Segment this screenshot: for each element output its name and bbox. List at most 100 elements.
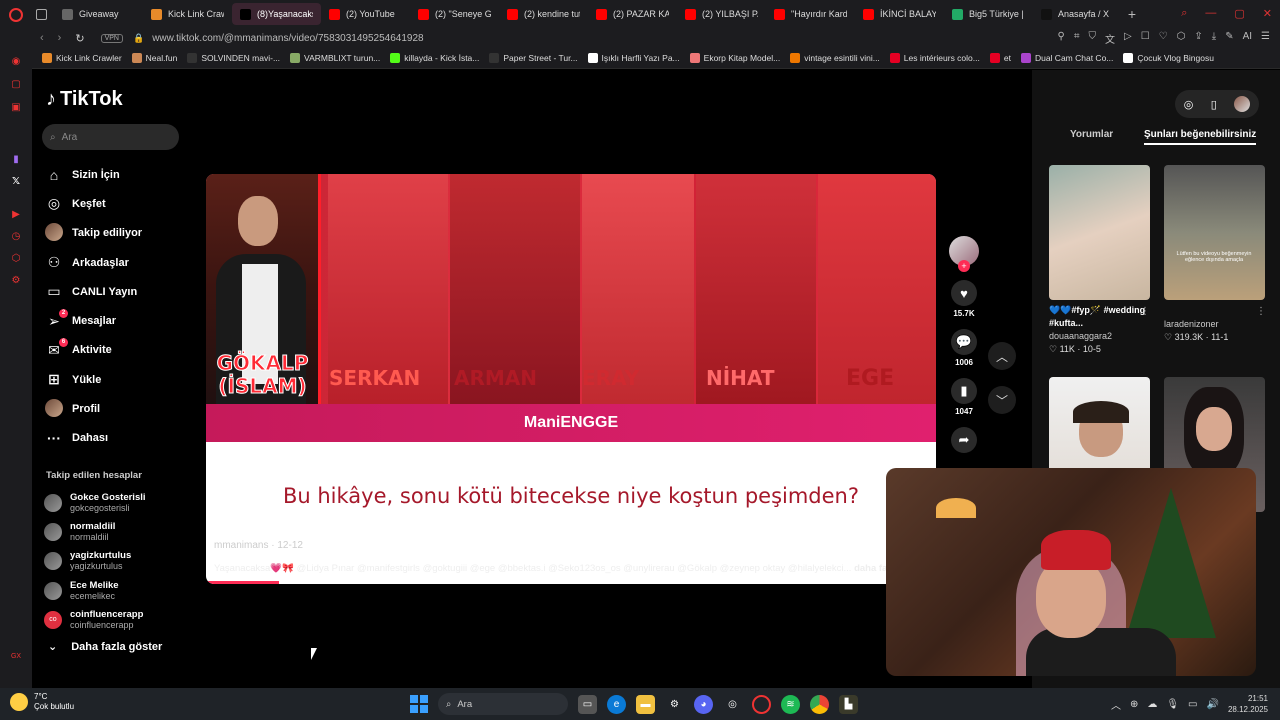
settings-app-icon[interactable]: ⚙ <box>665 695 684 714</box>
browser-tab[interactable]: Big5 Türkiye | H <box>944 3 1033 25</box>
browser-tab[interactable]: Anasayfa / X <box>1033 3 1122 25</box>
search-tabs-icon[interactable]: ⌕ <box>1181 7 1187 20</box>
obs-icon[interactable]: ◎ <box>723 695 742 714</box>
nav-item[interactable]: ▭ CANLI Yayın <box>44 277 142 306</box>
menu-icon[interactable]: ☰ <box>1261 31 1270 46</box>
share-action[interactable]: ➦ <box>946 427 982 453</box>
bookmark-item[interactable]: et <box>989 53 1011 63</box>
suggestion-thumb[interactable]: Lütfen bu videoyu beğenmeyin eğlence dış… <box>1164 165 1265 300</box>
tray-cloud-icon[interactable]: ☁ <box>1147 699 1157 710</box>
nav-item[interactable]: ⚇ Arkadaşlar <box>44 248 142 277</box>
shield-icon[interactable]: ⛉ <box>1089 31 1097 46</box>
bookmark-item[interactable]: Çocuk Vlog Bingosu <box>1123 53 1214 63</box>
tab-comments[interactable]: Yorumlar <box>1070 126 1113 143</box>
weather-widget[interactable]: 7°C Çok bulutlu <box>10 692 74 712</box>
aria-icon[interactable]: ◉ <box>9 55 23 69</box>
browser-tab[interactable]: (2) YILBAŞI PA <box>677 3 766 25</box>
followed-account[interactable]: Ece Melike ecemelikec <box>44 576 146 605</box>
nav-item[interactable]: ⊞ Yükle <box>44 365 142 394</box>
compass-icon[interactable]: ◎ <box>1184 98 1194 111</box>
task-view-icon[interactable]: ▭ <box>578 694 597 714</box>
bookmark-item[interactable]: Les intérieurs colo... <box>889 53 980 63</box>
suggestion-user[interactable]: douaanaggara2 <box>1049 330 1154 343</box>
back-icon[interactable]: ‹ <box>40 32 44 45</box>
ai-icon[interactable]: AI <box>1243 31 1252 46</box>
cube-icon[interactable]: ⬡ <box>1177 31 1186 46</box>
bookmark-icon[interactable]: ▮ <box>951 378 977 404</box>
heart-icon[interactable]: ♡ <box>1159 31 1168 46</box>
minimize-button[interactable]: — <box>1205 7 1216 20</box>
show-more-button[interactable]: ⌄ Daha fazla göster <box>48 640 162 654</box>
comment-icon[interactable]: 💬 <box>951 329 977 355</box>
app-icon[interactable]: ▙ <box>839 694 858 714</box>
nav-item[interactable]: ✉ 6 Aktivite <box>44 336 142 365</box>
bookmark-item[interactable]: Paper Street - Tur... <box>489 53 578 63</box>
browser-tab[interactable]: "Hayırdır Karde <box>766 3 855 25</box>
chrome-icon[interactable] <box>810 694 829 714</box>
save-action[interactable]: ▮ 1047 <box>946 378 982 416</box>
tab-suggestions[interactable]: Şunları beğenebilirsiniz <box>1144 126 1257 145</box>
bookmark-item[interactable]: vintage esintili vini... <box>790 53 880 63</box>
twitch-icon[interactable]: ▮ <box>9 153 23 167</box>
followed-account[interactable]: Gokce Gosterisli gokcegosterisli <box>44 488 146 517</box>
bookmark-icon[interactable]: ☐ <box>1141 31 1150 46</box>
chevron-down-icon[interactable]: ﹀ <box>988 386 1016 414</box>
pin-icon[interactable]: ⚲ <box>1058 31 1065 46</box>
like-action[interactable]: ♥ 15.7K <box>946 280 982 318</box>
translate-icon[interactable]: 文 <box>1105 31 1115 46</box>
heart-icon[interactable]: ♥ <box>951 280 977 306</box>
nav-item[interactable]: Profil <box>44 394 142 423</box>
browser-tab[interactable]: (2) PAZAR KAH <box>588 3 677 25</box>
followed-account[interactable]: co coinfluencerapp coinfluencerapp <box>44 605 146 634</box>
followed-account[interactable]: normaldiil normaldiil <box>44 517 146 546</box>
chevron-up-icon[interactable]: ︿ <box>1111 697 1121 712</box>
x-twitter-icon[interactable]: 𝕏 <box>9 175 23 189</box>
volume-icon[interactable]: 🔊 <box>1207 699 1219 710</box>
search-input[interactable]: ⌕ Ara <box>42 124 179 150</box>
nav-item[interactable]: ··· Dahası <box>44 424 142 453</box>
suggestion-title[interactable]: 💙💙#fyp🪄 #wedding #kufta... <box>1049 304 1154 330</box>
share-icon[interactable]: ➦ <box>951 427 977 453</box>
share-icon[interactable]: ⇪ <box>1194 31 1202 46</box>
browser-tab[interactable]: Kick Link Crawler <box>143 3 232 25</box>
suggestion-thumb[interactable] <box>1049 165 1150 300</box>
reload-icon[interactable]: ↻ <box>75 32 84 45</box>
taskbar-search[interactable]: ⌕ Ara <box>438 693 568 715</box>
tiktok-logo[interactable]: ♪ TikTok <box>46 88 123 111</box>
settings-icon[interactable]: ⚙ <box>9 274 23 288</box>
easy-setup-icon[interactable]: ✎ <box>1225 31 1233 46</box>
bookmark-item[interactable]: Kick Link Crawler <box>42 53 122 63</box>
new-tab-button[interactable]: + <box>1122 6 1142 22</box>
nav-item[interactable]: ⌂ Sizin İçin <box>44 160 142 189</box>
browser-tab[interactable]: (2) kendine tuta <box>499 3 588 25</box>
maximize-button[interactable]: ▢ <box>1234 7 1244 20</box>
bookmark-item[interactable]: VARMBLIXT turun... <box>290 53 380 63</box>
player-icon[interactable]: ▶ <box>9 208 23 222</box>
tray-app-icon[interactable]: ⊕ <box>1130 699 1138 710</box>
spotify-icon[interactable]: ≋ <box>781 694 800 714</box>
bookmark-item[interactable]: Ekorp Kitap Model... <box>689 53 780 63</box>
bookmark-item[interactable]: Işıklı Harfli Yazı Pa... <box>587 53 680 63</box>
follow-plus-icon[interactable]: + <box>958 260 970 272</box>
file-explorer-icon[interactable]: ▬ <box>636 694 655 714</box>
browser-tab[interactable]: (8)Yaşanacaksa 💗 <box>232 3 321 25</box>
bookmark-item[interactable]: Neal.fun <box>131 53 177 63</box>
close-button[interactable]: ✕ <box>1263 7 1272 20</box>
nav-item[interactable]: ◎ Keşfet <box>44 189 142 218</box>
start-button[interactable] <box>410 695 428 713</box>
tab-menu[interactable] <box>32 3 54 25</box>
snapshot-icon[interactable]: ⌗ <box>1074 31 1080 46</box>
browser-tab[interactable]: Giveaway <box>54 3 143 25</box>
clock[interactable]: 21:51 28.12.2025 <box>1228 693 1268 715</box>
sidebar-music-icon[interactable]: ▣ <box>9 101 23 115</box>
play-icon[interactable]: ▷ <box>1124 31 1132 46</box>
followed-account[interactable]: yagizkurtulus yagizkurtulus <box>44 547 146 576</box>
history-icon[interactable]: ◷ <box>9 230 23 244</box>
video-author[interactable]: mmanimans <box>214 540 268 551</box>
forward-icon[interactable]: › <box>58 32 62 45</box>
url-field[interactable]: www.tiktok.com/@mmanimans/video/75830314… <box>152 33 423 44</box>
opera-gx-icon[interactable] <box>752 694 771 714</box>
browser-tab[interactable]: (2) "Seneye Gö <box>410 3 499 25</box>
more-options-icon[interactable]: ⋮ <box>1140 306 1150 317</box>
nav-item[interactable]: Takip ediliyor <box>44 219 142 248</box>
